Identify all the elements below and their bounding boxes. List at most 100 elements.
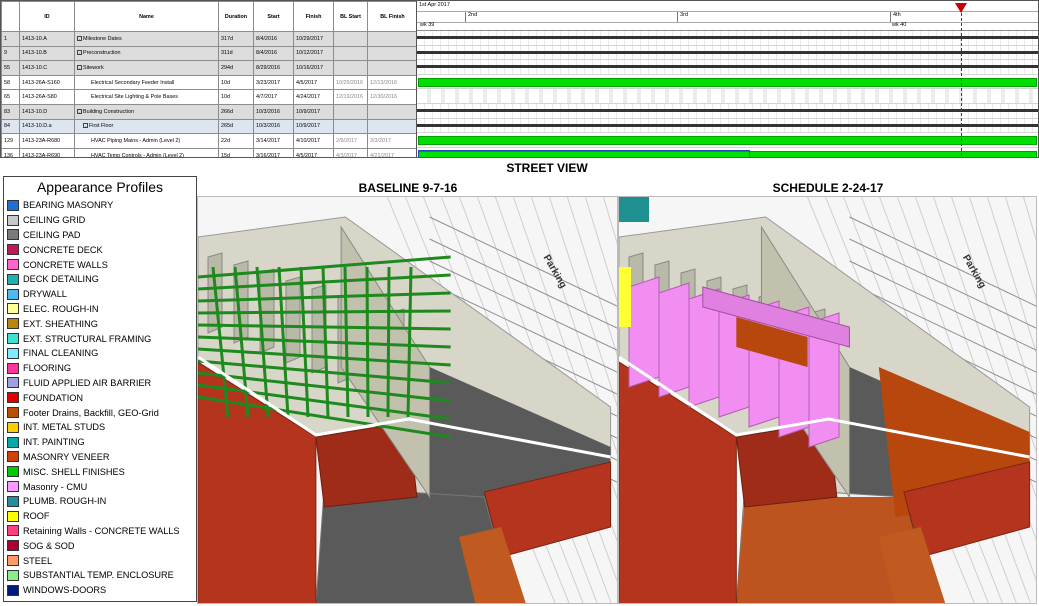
- table-row[interactable]: 129 1413-23A-R680 HVAC Piping Mains - Admi…: [1, 133, 416, 149]
- schedule-3d-view[interactable]: Parking: [618, 196, 1037, 604]
- gantt-task-bar[interactable]: [418, 136, 1037, 146]
- legend-swatch: [7, 540, 19, 552]
- deck-element: [619, 197, 649, 222]
- legend-label: ROOF: [23, 511, 50, 522]
- legend-item: CONCRETE DECK: [4, 242, 196, 257]
- table-row[interactable]: 55 1413-10.C - Sitework 294d 8/29/2016 10/16/2…: [1, 60, 416, 76]
- today-marker-icon[interactable]: [955, 3, 967, 13]
- table-row[interactable]: 1 1413-10.A - Milestone Dates 317d 8/4/2016 10…: [1, 31, 416, 47]
- legend-swatch: [7, 288, 19, 300]
- table-row[interactable]: 9 1413-10.B - Preconstruction 311d 8/4/2016 10…: [1, 45, 416, 62]
- legend-label: PLUMB. ROUGH-IN: [23, 496, 107, 507]
- gantt-summary-bar[interactable]: [417, 50, 1038, 54]
- collapse-toggle-icon[interactable]: -: [83, 123, 88, 129]
- legend-swatch: [7, 199, 19, 211]
- legend-swatch: [7, 273, 19, 285]
- task-finish: 10/29/2017: [293, 31, 334, 47]
- legend-swatch: [7, 392, 19, 404]
- row-number: 1: [1, 31, 20, 47]
- table-row[interactable]: 58 1413-26A-S160 Electrical Secondary Feed…: [1, 74, 416, 91]
- gantt-summary-bar[interactable]: [417, 123, 1038, 127]
- gantt-row[interactable]: [417, 133, 1038, 148]
- collapse-toggle-icon[interactable]: -: [77, 65, 82, 71]
- legend-swatch: [7, 377, 19, 389]
- task-duration: 22d: [218, 133, 254, 149]
- row-number: 55: [1, 60, 20, 76]
- col-start-header[interactable]: Start: [253, 1, 294, 32]
- legend-swatch: [7, 584, 19, 596]
- gantt-summary-bar[interactable]: [417, 36, 1038, 39]
- legend-swatch: [7, 303, 19, 315]
- task-name: - First Floor: [74, 118, 219, 135]
- legend-swatch: [7, 481, 19, 493]
- col-name-header[interactable]: Name: [74, 1, 219, 32]
- hvac-pipe: [365, 266, 370, 418]
- gantt-baseline-bar[interactable]: [418, 149, 750, 157]
- legend-item: DRYWALL: [4, 287, 196, 302]
- legend-swatch: [7, 525, 19, 537]
- task-finish: 4/24/2017: [293, 89, 334, 105]
- task-id: 1413-10.C: [19, 60, 75, 76]
- gantt-summary-bar[interactable]: [417, 65, 1038, 69]
- gantt-task-bar[interactable]: [418, 77, 1037, 87]
- col-bl-finish-header[interactable]: BL Finish: [367, 1, 416, 32]
- table-row[interactable]: 65 1413-26A-S80 Electrical Site Lighting &…: [1, 89, 416, 105]
- schedule-table: ID Name Duration Start Finish BL Start B…: [0, 0, 416, 158]
- task-duration: 294d: [218, 60, 254, 76]
- gantt-row[interactable]: [417, 148, 1038, 157]
- task-id: 1413-10.D: [19, 103, 75, 120]
- legend-swatch: [7, 421, 19, 433]
- collapse-toggle-icon[interactable]: -: [77, 35, 82, 41]
- gantt-row[interactable]: [417, 104, 1038, 119]
- gantt-row[interactable]: [417, 118, 1038, 134]
- table-row[interactable]: 84 1413-10.D.a - First Floor 265d 10/3/2016 10…: [1, 118, 416, 135]
- legend-label: BEARING MASONRY: [23, 200, 114, 211]
- gantt-chart[interactable]: 1st Apr 2017 2nd 3rd 4th wk 39 wk 40: [416, 0, 1039, 158]
- legend-swatch: [7, 407, 19, 419]
- task-name: - Milestone Dates: [74, 31, 219, 47]
- task-id: 1413-23A-R680: [19, 133, 75, 149]
- legend-item: CONCRETE WALLS: [4, 257, 196, 272]
- today-line: [961, 3, 962, 157]
- gantt-row[interactable]: [417, 89, 1038, 104]
- col-duration-header[interactable]: Duration: [218, 1, 254, 32]
- task-name-label: HVAC Piping Mains - Admin (Level 2): [91, 137, 181, 144]
- legend-item: FLUID APPLIED AIR BARRIER: [4, 376, 196, 391]
- gantt-row[interactable]: [417, 45, 1038, 61]
- task-id: 1413-26A-S160: [19, 74, 75, 91]
- gantt-summary-bar[interactable]: [417, 109, 1038, 112]
- col-id-header[interactable]: ID: [19, 1, 75, 32]
- task-name-label: Electrical Site Lighting & Pole Bases: [91, 94, 178, 101]
- table-row[interactable]: 136 1413-23A-R690 HVAC Temp Controls - Adm…: [1, 147, 416, 157]
- task-bl-finish: 12/30/2016: [367, 89, 416, 105]
- task-bl-finish: [367, 45, 416, 62]
- col-finish-header[interactable]: Finish: [293, 1, 334, 32]
- col-bl-start-header[interactable]: BL Start: [333, 1, 368, 32]
- task-name-label: Electrical Secondary Feeder Install: [91, 79, 175, 86]
- legend-label: FLUID APPLIED AIR BARRIER: [23, 377, 152, 388]
- legend-label: Footer Drains, Backfill, GEO-Grid: [23, 407, 159, 418]
- collapse-toggle-icon[interactable]: -: [77, 50, 82, 56]
- legend-swatch: [7, 510, 19, 522]
- task-duration: 311d: [218, 45, 254, 62]
- task-start: 3/23/2017: [253, 74, 294, 91]
- gantt-row[interactable]: [417, 31, 1038, 46]
- legend-swatch: [7, 347, 19, 359]
- table-row[interactable]: 83 1413-10.D - Building Construction 266d 10/…: [1, 103, 416, 120]
- legend-item: INT. PAINTING: [4, 435, 196, 450]
- legend-label: ELEC. ROUGH-IN: [23, 303, 99, 314]
- task-name: - Building Construction: [74, 103, 219, 120]
- task-finish: 10/12/2017: [293, 45, 334, 62]
- legend-swatch: [7, 451, 19, 463]
- gantt-row[interactable]: [417, 60, 1038, 75]
- row-number: 83: [1, 103, 20, 120]
- task-id: 1413-10.D.a: [19, 118, 75, 135]
- appearance-profiles-legend: Appearance Profiles BEARING MASONRY CEILI…: [3, 176, 197, 602]
- task-bl-start: 4/3/2017: [333, 147, 368, 157]
- collapse-toggle-icon[interactable]: -: [77, 108, 82, 114]
- task-start: 8/29/2016: [253, 60, 294, 76]
- baseline-3d-view[interactable]: Parking: [197, 196, 618, 604]
- task-id: 1413-23A-R690: [19, 147, 75, 157]
- legend-swatch: [7, 555, 19, 567]
- gantt-row[interactable]: [417, 75, 1038, 90]
